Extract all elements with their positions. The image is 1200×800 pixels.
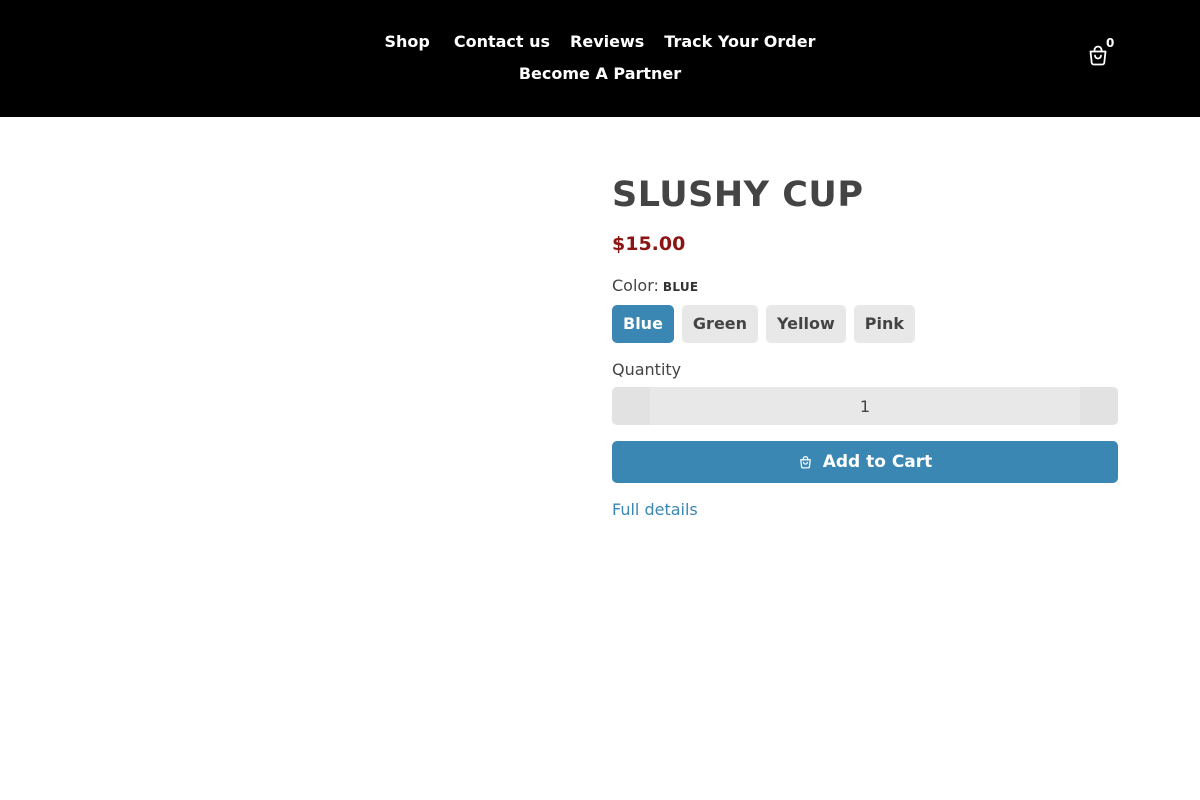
nav-link-become-partner[interactable]: Become A Partner [509, 61, 691, 87]
add-to-cart-label: Add to Cart [822, 452, 933, 472]
color-swatches: Blue Green Yellow Pink [612, 305, 1118, 343]
selected-color-value: BLUE [662, 280, 699, 294]
product-info: SLUSHY CUP $15.00 Color: BLUE Blue Green… [612, 170, 1118, 521]
color-option-blue[interactable]: Blue [612, 305, 674, 343]
quantity-stepper [612, 387, 1118, 425]
nav-link-reviews[interactable]: Reviews [560, 29, 654, 55]
quantity-label: Quantity [612, 360, 682, 379]
color-label: Color: [612, 276, 659, 295]
product-title: SLUSHY CUP [612, 175, 864, 215]
cart-count-badge: 0 [1106, 36, 1115, 50]
product-price: $15.00 [612, 233, 686, 255]
site-header: Shop Contact us Reviews Track Your Order… [0, 0, 1200, 117]
color-option-yellow[interactable]: Yellow [766, 305, 846, 343]
quantity-increase-button[interactable] [1080, 387, 1118, 425]
quantity-input[interactable] [650, 387, 1080, 425]
color-option-green[interactable]: Green [681, 305, 759, 343]
nav-row-primary: Shop Contact us Reviews Track Your Order [0, 29, 1200, 55]
shopping-bag-icon [799, 455, 811, 468]
nav-row-secondary: Become A Partner [0, 61, 1200, 87]
nav-link-shop[interactable]: Shop [375, 29, 444, 55]
nav-link-contact[interactable]: Contact us [444, 29, 560, 55]
nav-link-track-order[interactable]: Track Your Order [654, 29, 825, 55]
add-to-cart-button[interactable]: Add to Cart [612, 441, 1118, 483]
quantity-decrease-button[interactable] [612, 387, 650, 425]
color-option-pink[interactable]: Pink [853, 305, 916, 343]
color-selector-label: Color: BLUE [612, 275, 1118, 298]
full-details-link[interactable]: Full details [612, 499, 698, 521]
